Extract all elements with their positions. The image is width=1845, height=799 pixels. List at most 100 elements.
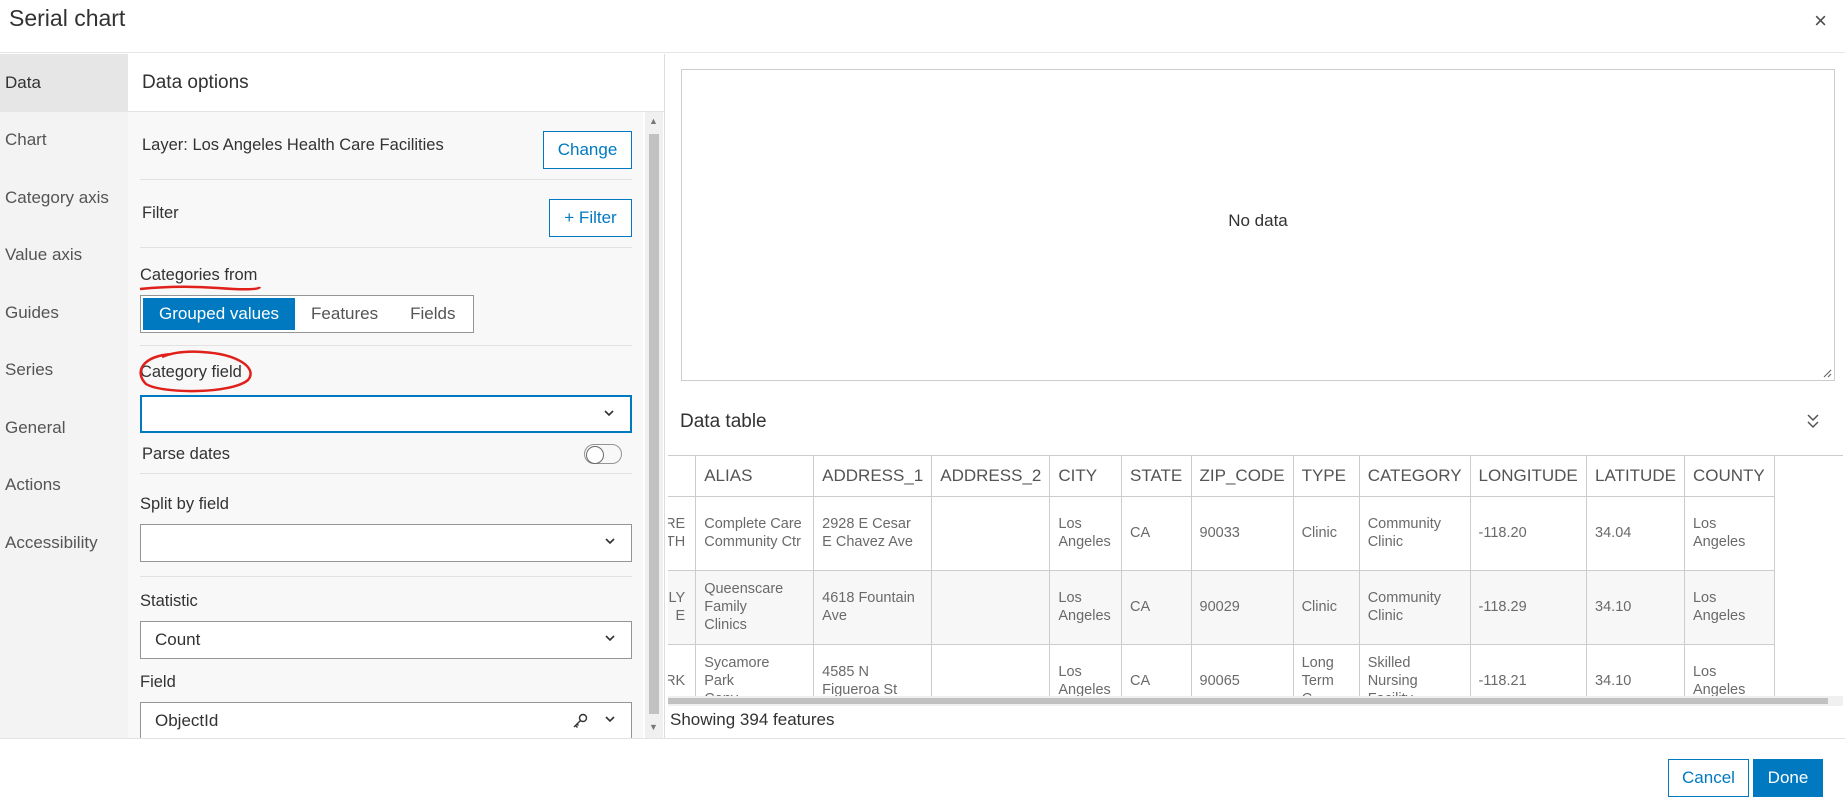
filter-label: Filter	[142, 204, 179, 222]
chevron-down-icon	[605, 538, 615, 545]
field-value: ObjectId	[155, 711, 219, 730]
table-cell-category: Community Clinic	[1359, 570, 1471, 645]
table-row[interactable]: RE EALTHComplete Care Community Ctr2928 …	[668, 496, 1776, 571]
sidebar-nav: Data Chart Category axis Value axis Guid…	[0, 54, 128, 738]
option-grouped-values[interactable]: Grouped values	[143, 298, 296, 330]
column-header-zip-code[interactable]: ZIP_CODE	[1191, 456, 1294, 497]
table-cell-address1: 4585 N Figueroa St	[813, 644, 933, 696]
parse-dates-label: Parse dates	[142, 445, 231, 463]
chevron-down-icon	[604, 410, 614, 417]
categories-from-segmented: Grouped values Features Fields	[140, 295, 475, 333]
sidebar-item-series[interactable]: Series	[0, 342, 128, 400]
dialog-title: Serial chart	[9, 5, 126, 31]
table-cell-zip-code: 90033	[1191, 496, 1294, 571]
chart-preview: No data	[681, 69, 1835, 381]
table-cell-address2	[931, 644, 1051, 696]
column-header-address2[interactable]: ADDRESS_2	[931, 456, 1051, 497]
table-row[interactable]: FAMILY EQueenscare Family Clinics4618 Fo…	[668, 570, 1776, 645]
column-header-longitude[interactable]: LONGITUDE	[1470, 456, 1588, 497]
table-cell-city: Los Angeles	[1049, 496, 1122, 571]
column-header-category[interactable]: CATEGORY	[1359, 456, 1471, 497]
table-cell-county: Los Angeles	[1684, 496, 1776, 571]
table-cell-address1: 4618 Fountain Ave	[813, 570, 933, 645]
data-options-body: Layer: Los Angeles Health Care Facilitie…	[128, 112, 643, 738]
layer-label: Layer: Los Angeles Health Care Facilitie…	[142, 136, 444, 154]
column-header-address1[interactable]: ADDRESS_1	[813, 456, 933, 497]
table-cell-state: CA	[1121, 570, 1192, 645]
table-cell-address2	[931, 496, 1051, 571]
field-select[interactable]: ObjectId	[140, 702, 632, 738]
divider	[140, 345, 632, 346]
scroll-down-arrow-icon[interactable]: ▼	[649, 722, 658, 732]
column-header-type[interactable]: TYPE	[1293, 456, 1360, 497]
sidebar-item-general[interactable]: General	[0, 399, 128, 457]
data-options-panel: Data options Layer: Los Angeles Health C…	[128, 54, 665, 738]
table-cell-longitude: -118.29	[1470, 570, 1588, 645]
scroll-thumb[interactable]	[668, 698, 1828, 704]
table-cell-latitude: 34.10	[1586, 570, 1685, 645]
scroll-thumb[interactable]	[649, 134, 659, 714]
column-header-name[interactable]	[668, 456, 697, 497]
table-cell-type: Clinic	[1293, 570, 1360, 645]
table-cell-county: Los Angeles	[1684, 570, 1776, 645]
collapse-icon[interactable]	[1805, 412, 1821, 430]
table-cell-name: FAMILY E	[668, 570, 697, 645]
resize-handle-icon[interactable]	[1822, 368, 1832, 378]
statistic-select[interactable]: Count	[140, 621, 632, 659]
data-table: ALIAS ADDRESS_1 ADDRESS_2 CITY STATE ZIP…	[668, 455, 1843, 696]
table-cell-type: Clinic	[1293, 496, 1360, 571]
key-icon	[573, 713, 588, 728]
sidebar-item-guides[interactable]: Guides	[0, 284, 128, 342]
change-layer-button[interactable]: Change	[543, 131, 632, 169]
dialog-footer: Cancel Done	[0, 738, 1845, 799]
category-field-select[interactable]	[140, 395, 632, 433]
red-circle-annotation	[139, 350, 252, 393]
statistic-label: Statistic	[140, 592, 198, 610]
table-cell-longitude: -118.21	[1470, 644, 1588, 696]
sidebar-item-chart[interactable]: Chart	[0, 112, 128, 170]
done-button[interactable]: Done	[1753, 759, 1823, 797]
table-cell-alias: Queenscare Family Clinics	[695, 570, 815, 645]
table-cell-city: Los Angeles	[1049, 644, 1122, 696]
data-table-title: Data table	[680, 411, 767, 432]
column-header-alias[interactable]: ALIAS	[695, 456, 815, 497]
table-cell-state: CA	[1121, 644, 1192, 696]
divider	[140, 576, 632, 577]
red-underline-annotation	[139, 285, 262, 291]
column-header-latitude[interactable]: LATITUDE	[1586, 456, 1685, 497]
cancel-button[interactable]: Cancel	[1668, 759, 1749, 797]
table-cell-alias: Complete Care Community Ctr	[695, 496, 815, 571]
table-cell-county: Los Angeles	[1684, 644, 1776, 696]
table-cell-name: RE EALTH	[668, 496, 697, 571]
column-header-county[interactable]: COUNTY	[1684, 456, 1776, 497]
table-cell-name: RK	[668, 644, 697, 696]
data-table-header: Data table	[668, 396, 1845, 448]
chevron-down-icon	[605, 635, 615, 642]
table-row[interactable]: RKSycamore Park Conv4585 N Figueroa St Lo…	[668, 644, 1776, 696]
table-horizontal-scrollbar[interactable]	[668, 696, 1843, 706]
chevron-down-icon	[605, 716, 615, 723]
panel-scrollbar[interactable]: ▲ ▼	[645, 112, 663, 738]
option-fields[interactable]: Fields	[394, 298, 471, 330]
table-cell-zip-code: 90065	[1191, 644, 1294, 696]
column-header-state[interactable]: STATE	[1121, 456, 1192, 497]
split-by-field-select[interactable]	[140, 524, 632, 562]
sidebar-item-accessibility[interactable]: Accessibility	[0, 514, 128, 572]
add-filter-button[interactable]: + Filter	[549, 199, 632, 237]
split-by-field-label: Split by field	[140, 495, 229, 513]
close-icon[interactable]: ×	[1814, 8, 1827, 34]
sidebar-item-data[interactable]: Data	[0, 54, 128, 112]
table-cell-state: CA	[1121, 496, 1192, 571]
column-header-city[interactable]: CITY	[1049, 456, 1122, 497]
scroll-up-arrow-icon[interactable]: ▲	[649, 116, 658, 126]
option-features[interactable]: Features	[295, 298, 394, 330]
sidebar-item-value-axis[interactable]: Value axis	[0, 227, 128, 285]
sidebar-item-category-axis[interactable]: Category axis	[0, 169, 128, 227]
table-header-row: ALIAS ADDRESS_1 ADDRESS_2 CITY STATE ZIP…	[668, 456, 1776, 497]
sidebar-item-actions[interactable]: Actions	[0, 457, 128, 515]
table-cell-address1: 2928 E Cesar E Chavez Ave	[813, 496, 933, 571]
table-cell-type: Long Term C...	[1293, 644, 1360, 696]
parse-dates-toggle[interactable]	[584, 444, 622, 464]
panel-title: Data options	[128, 54, 664, 112]
no-data-message: No data	[1228, 211, 1288, 230]
